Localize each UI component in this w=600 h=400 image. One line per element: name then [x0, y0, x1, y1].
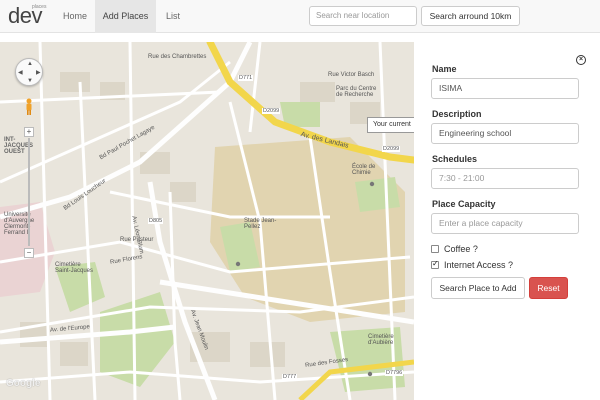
street-view-pegman-icon[interactable]: [24, 98, 34, 116]
schedules-label: Schedules: [432, 154, 478, 164]
navbar: dev places Home Add Places List Search n…: [0, 0, 600, 33]
internet-checkbox[interactable]: [431, 259, 439, 269]
zoom-in-button[interactable]: +: [24, 127, 34, 137]
map-pan-control[interactable]: ▲ ▼ ◀ ▶: [15, 58, 43, 86]
map-shield-d2099a: D2099: [262, 108, 281, 114]
name-label: Name: [432, 64, 457, 74]
description-input[interactable]: Engineering school: [431, 123, 579, 144]
map-label-cimetiere-aubiere: Cimetière d'Aubière: [368, 334, 394, 346]
nav-add-places[interactable]: Add Places: [95, 0, 156, 33]
map-shield-d805: D805: [148, 218, 164, 224]
zoom-slider[interactable]: [28, 138, 30, 246]
pan-left-icon[interactable]: ◀: [18, 70, 23, 76]
nav-home[interactable]: Home: [56, 0, 94, 33]
search-place-button[interactable]: Search Place to Add: [431, 277, 525, 299]
map[interactable]: Bd Paul Pochet Lagaye Bd Louis Loucheur …: [0, 42, 414, 400]
map-shield-d2099b: D2099: [382, 146, 401, 152]
map-label-ecole: École de Chimie: [352, 164, 376, 176]
pan-down-icon[interactable]: ▼: [27, 78, 33, 84]
schedules-input[interactable]: 7:30 - 21:00: [431, 168, 579, 189]
reset-button[interactable]: Reset: [529, 277, 568, 299]
coffee-checkbox[interactable]: [431, 245, 439, 253]
capacity-label: Place Capacity: [432, 199, 496, 209]
capacity-input[interactable]: Enter a place capacity: [431, 213, 579, 234]
name-input[interactable]: ISIMA: [431, 78, 579, 99]
location-search-input[interactable]: Search near location: [309, 6, 417, 26]
close-icon[interactable]: ×: [576, 55, 586, 65]
map-label-rue-chambrettes: Rue des Chambrettes: [148, 54, 207, 60]
search-around-button[interactable]: Search arround 10km: [421, 6, 520, 26]
map-label-universite: Université d'Auvergne Clermont-Ferrand I: [4, 212, 35, 236]
map-label-cimetiere-saint-jacques: Cimetière Saint-Jacques: [55, 262, 94, 274]
coffee-label: Coffee ?: [444, 244, 478, 254]
map-shield-d771: D771: [238, 75, 254, 81]
zoom-out-button[interactable]: −: [24, 248, 34, 258]
map-shield-d777: D777: [282, 374, 298, 380]
map-label-stade: Stade Jean-Pellez: [244, 218, 277, 230]
current-location-tooltip: Your current: [367, 117, 414, 133]
google-logo: Google: [6, 378, 41, 389]
nav-list[interactable]: List: [158, 0, 188, 33]
pan-up-icon[interactable]: ▲: [27, 61, 33, 67]
brand-subtitle: places: [32, 4, 47, 10]
internet-label: Internet Access ?: [444, 260, 514, 270]
description-label: Description: [432, 109, 482, 119]
map-label-rue-victor-basch: Rue Victor Basch: [328, 72, 375, 78]
pan-right-icon[interactable]: ▶: [36, 70, 41, 76]
map-shield-d7796: D7796: [385, 370, 404, 376]
map-label-saint-jacques: INT-JACQUES OUEST: [4, 137, 34, 155]
map-label-parc: Parc du Centre de Recherche: [336, 86, 377, 98]
map-label-rue-pasteur: Rue Pasteur: [120, 237, 154, 243]
